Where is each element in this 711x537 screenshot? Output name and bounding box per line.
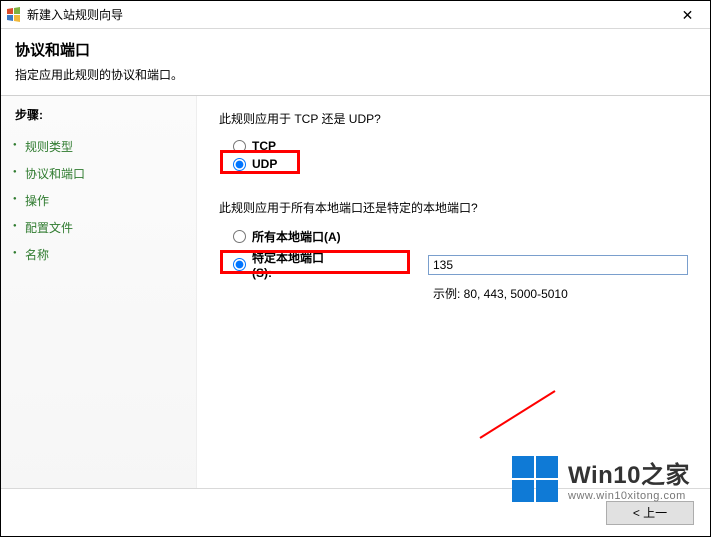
specific-ports-radio[interactable] [233,258,246,271]
back-button[interactable]: < 上一 [606,501,694,525]
step-protocol-ports[interactable]: 协议和端口 [15,160,182,187]
specific-ports-option[interactable]: 特定本地端口(S): [233,247,688,282]
app-icon [5,7,21,23]
wizard-content: 此规则应用于 TCP 还是 UDP? TCP UDP 此规则应用于所有本地端口还… [197,96,710,516]
udp-label: UDP [252,157,277,171]
all-ports-label: 所有本地端口(A) [252,228,341,245]
page-title: 协议和端口 [15,39,696,60]
close-icon: ✕ [682,7,694,24]
step-profile[interactable]: 配置文件 [15,214,182,241]
port-input[interactable] [428,255,688,275]
wizard-header: 协议和端口 指定应用此规则的协议和端口。 [1,29,710,96]
wizard-footer: < 上一 [1,488,710,536]
all-ports-radio[interactable] [233,230,246,243]
page-description: 指定应用此规则的协议和端口。 [15,66,696,83]
step-action[interactable]: 操作 [15,187,182,214]
port-example: 示例: 80, 443, 5000-5010 [433,285,688,302]
step-name[interactable]: 名称 [15,241,182,268]
protocol-question: 此规则应用于 TCP 还是 UDP? [219,110,688,127]
step-link[interactable]: 协议和端口 [25,167,85,181]
titlebar: 新建入站规则向导 ✕ [1,1,710,29]
close-button[interactable]: ✕ [665,1,710,29]
step-link[interactable]: 名称 [25,248,49,262]
protocol-tcp-option[interactable]: TCP [233,137,688,155]
step-link[interactable]: 操作 [25,194,49,208]
steps-sidebar: 步骤: 规则类型 协议和端口 操作 配置文件 名称 [1,96,197,516]
step-link[interactable]: 配置文件 [25,221,73,235]
step-rule-type[interactable]: 规则类型 [15,133,182,160]
all-ports-option[interactable]: 所有本地端口(A) [233,226,688,247]
ports-question: 此规则应用于所有本地端口还是特定的本地端口? [219,199,688,216]
protocol-udp-option[interactable]: UDP [233,155,688,173]
step-link[interactable]: 规则类型 [25,140,73,154]
steps-heading: 步骤: [15,106,182,123]
window-title: 新建入站规则向导 [27,6,123,23]
specific-ports-label: 特定本地端口(S): [252,249,342,280]
udp-radio[interactable] [233,158,246,171]
tcp-radio[interactable] [233,140,246,153]
tcp-label: TCP [252,139,276,153]
